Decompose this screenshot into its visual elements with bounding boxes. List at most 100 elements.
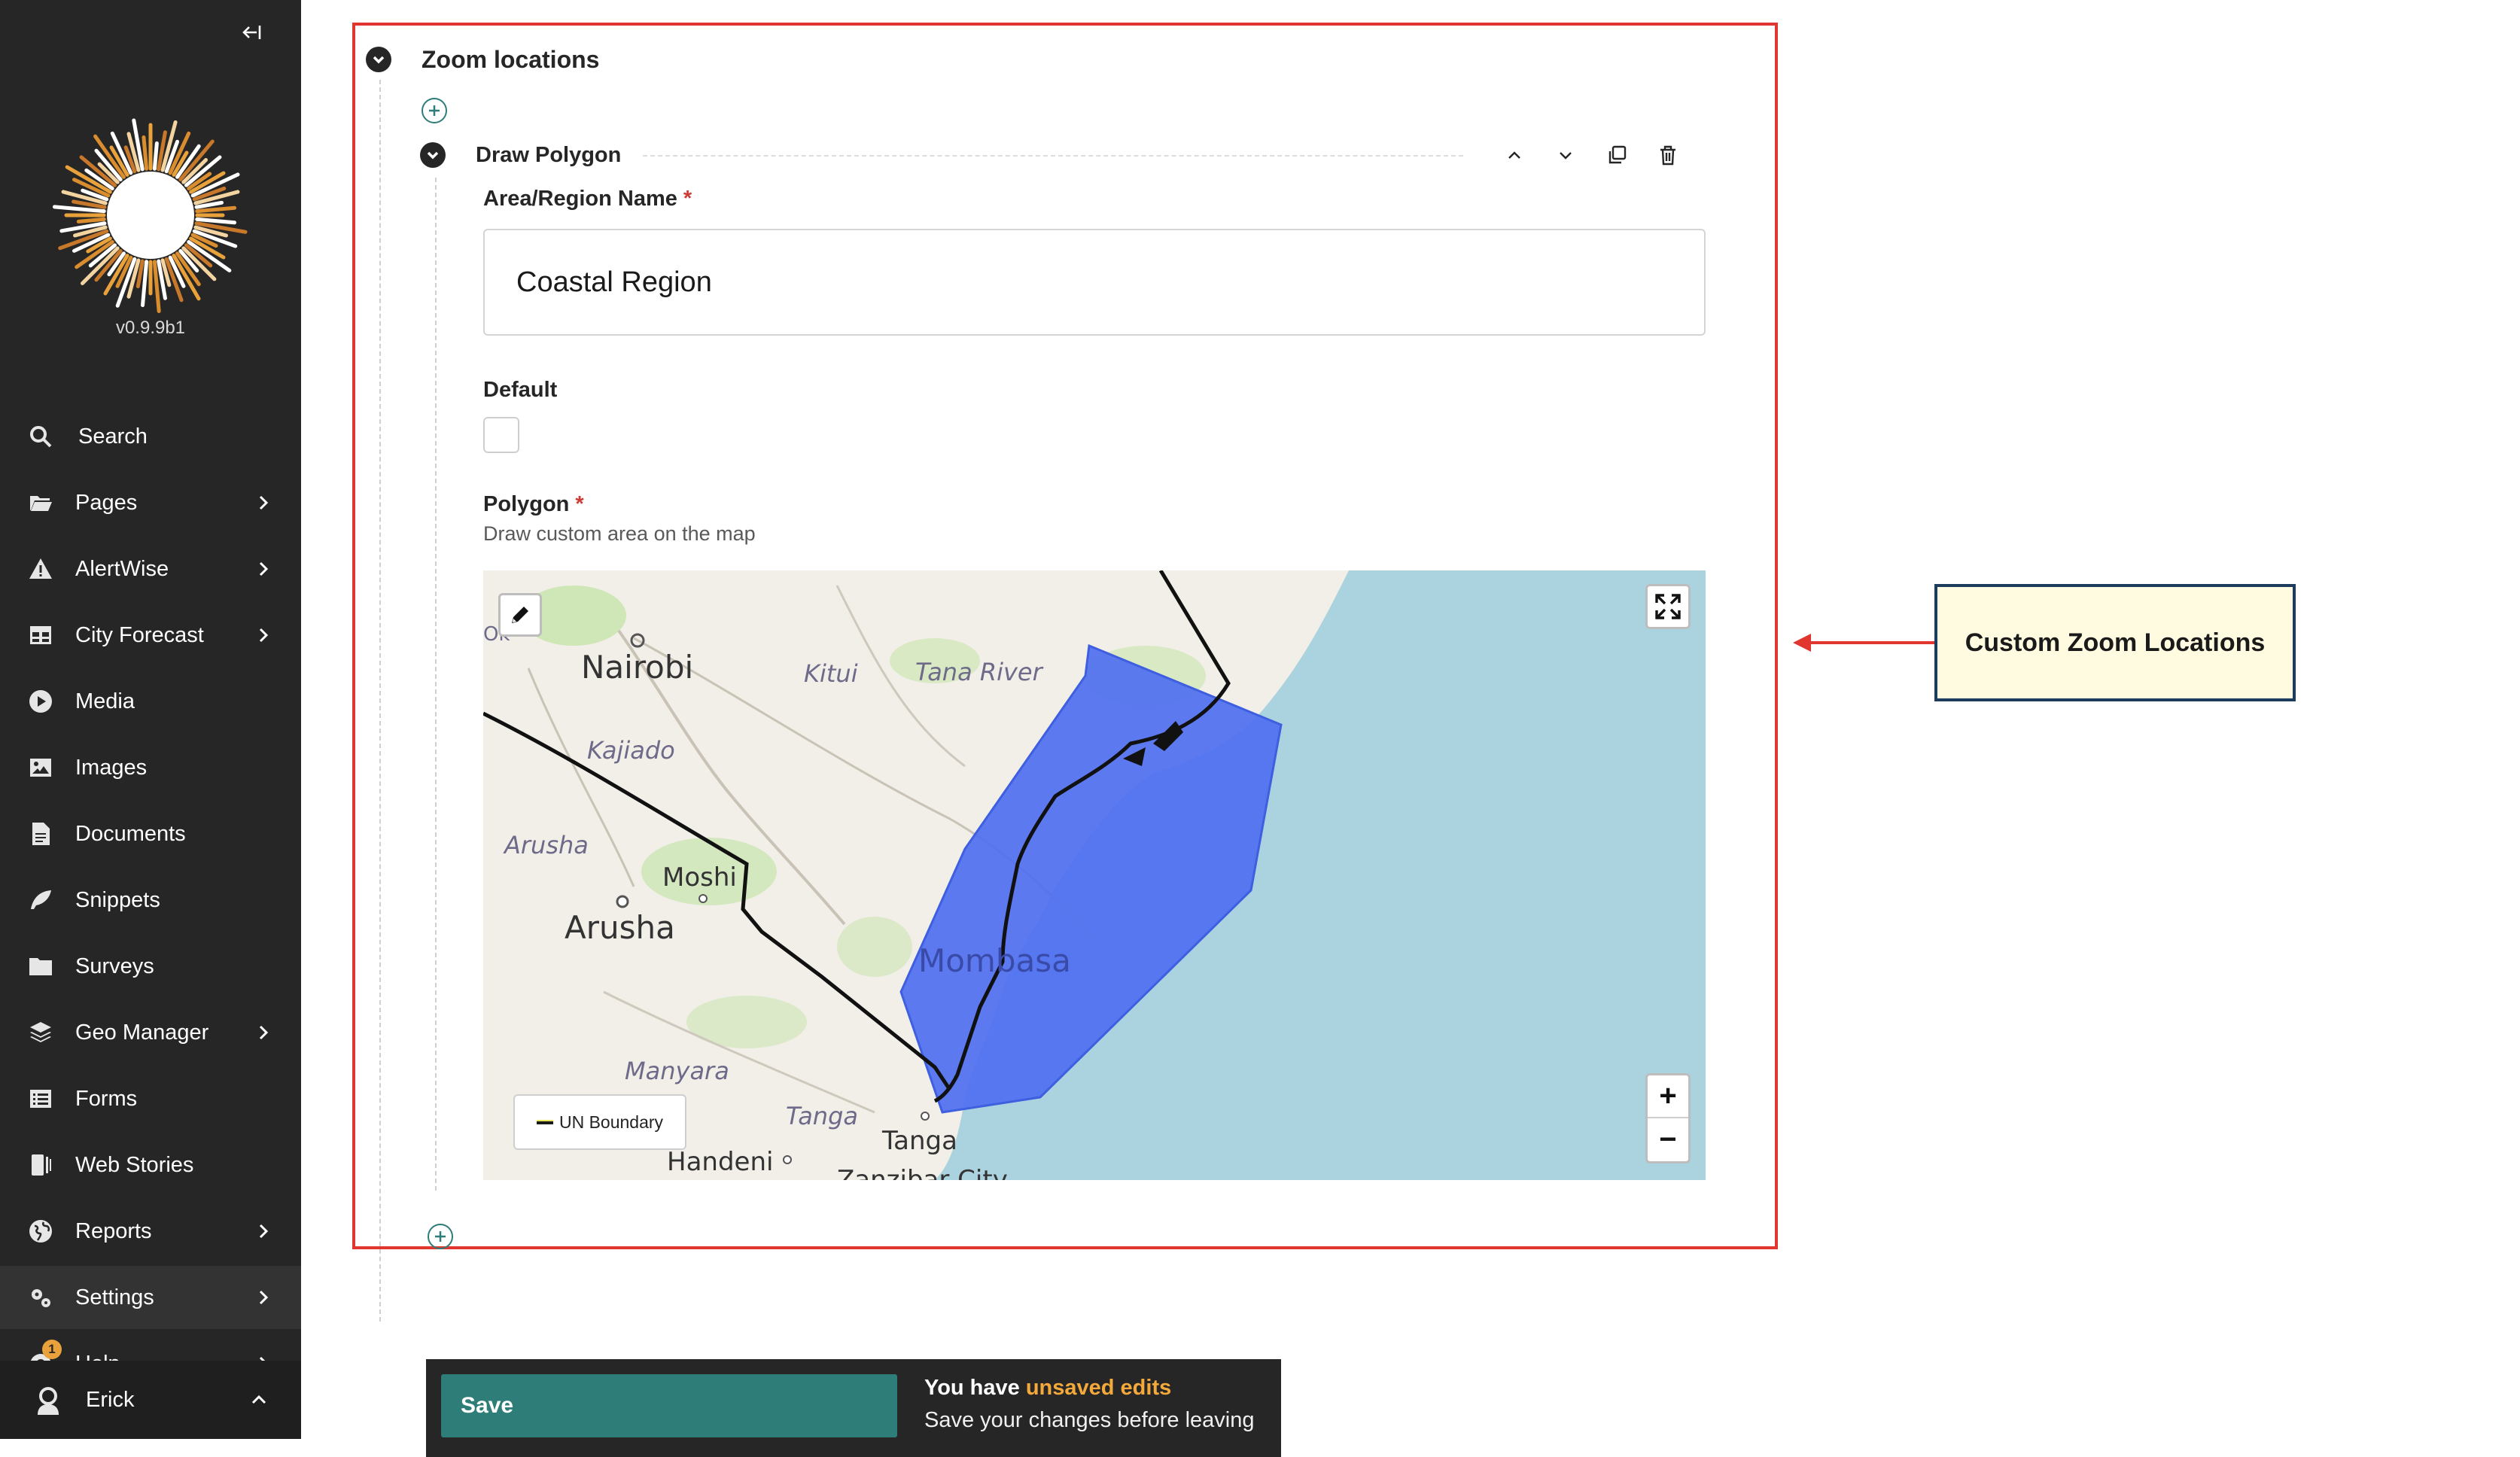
map-label-kitui: Kitui [804,659,858,688]
map-label-tanga-region: Tanga [786,1102,858,1130]
default-label: Default [483,378,558,402]
map-label-kajiado: Kajiado [587,736,675,765]
sidebar-item-label: Reports [75,1218,152,1243]
map-label-handeni: Handeni [667,1147,774,1177]
account-name: Erick [86,1387,135,1412]
chevron-down-icon[interactable] [420,142,446,168]
fullscreen-button[interactable] [1645,584,1691,629]
zoom-out-button[interactable]: − [1648,1118,1688,1161]
unsaved-prefix: You have [924,1376,1026,1400]
unsaved-notice: You have unsaved edits Save your changes… [924,1376,1255,1433]
map-label-manyara: Manyara [625,1057,729,1085]
chevron-right-icon [254,1024,272,1042]
area-name-label: Area/Region Name * [483,187,692,211]
sidebar-item-label: Surveys [75,954,154,978]
sidebar-item-pages[interactable]: Pages [0,471,301,534]
polygon-label: Polygon * [483,492,584,517]
divider [643,155,1463,157]
city-marker [921,1112,930,1121]
block-title: Draw Polygon [476,142,622,167]
logo [48,113,253,318]
section-header[interactable]: Zoom locations [366,42,599,77]
chevron-right-icon [254,560,272,578]
sidebar-item-label: Forms [75,1086,138,1111]
chevron-right-icon [254,626,272,644]
account-menu[interactable]: Erick [0,1361,301,1439]
sidebar-item-label: Geo Manager [75,1020,209,1045]
sidebar-item-surveys[interactable]: Surveys [0,935,301,998]
duplicate-icon[interactable] [1602,140,1632,170]
cogs-icon [27,1284,54,1311]
map-legend: UN Boundary [513,1094,686,1150]
folder-open-icon [27,489,54,516]
sidebar-item-alertwise[interactable]: AlertWise [0,537,301,601]
plus-icon [435,1231,446,1242]
draw-polygon-button[interactable] [498,593,542,637]
sidebar-item-forms[interactable]: Forms [0,1067,301,1130]
map-label-nairobi: Nairobi [581,649,694,686]
sidebar-item-documents[interactable]: Documents [0,802,301,865]
callout-arrow [1793,634,1937,652]
park-area [837,917,912,977]
polygon-map[interactable]: Nairobi Kitui Tana River Kajiado Arusha … [483,570,1706,1180]
chevron-right-icon [254,494,272,512]
sidebar-item-media[interactable]: Media [0,670,301,733]
unsaved-line-2: Save your changes before leaving [924,1408,1255,1432]
sidebar-item-city-forecast[interactable]: City Forecast [0,604,301,667]
save-button[interactable]: Save [441,1374,897,1437]
add-block-bottom-button[interactable] [428,1224,453,1249]
legend-label: UN Boundary [558,1112,664,1132]
sidebar-item-settings[interactable]: Settings [0,1266,301,1329]
map-label-arusha: Arusha [565,909,675,946]
chevron-up-icon [250,1391,268,1409]
logo-ray [142,135,149,171]
map-label-zanzibar: Zanzibar City [837,1165,1008,1180]
chevron-down-icon[interactable] [366,47,391,72]
sidebar-item-label: Documents [75,821,186,846]
map-label-tanga: Tanga [882,1126,957,1156]
sidebar-item-snippets[interactable]: Snippets [0,868,301,932]
area-name-input[interactable]: Coastal Region [483,229,1706,336]
sidebar-item-images[interactable]: Images [0,736,301,799]
required-mark: * [683,187,692,211]
block-actions [1499,140,1704,170]
zoom-in-button[interactable]: + [1648,1075,1688,1118]
sidebar-item-reports[interactable]: Reports [0,1200,301,1263]
move-down-icon[interactable] [1551,140,1581,170]
map-label-tana-river: Tana River [915,658,1042,686]
zoom-control: + − [1645,1073,1691,1163]
plus-icon [429,105,440,116]
unsaved-line-1: You have unsaved edits [924,1376,1255,1401]
snippet-icon [27,887,54,914]
city-marker [783,1155,792,1164]
sidebar-item-web-stories[interactable]: Web Stories [0,1133,301,1197]
map-label-arusha-region: Arusha [504,831,589,859]
city-marker [698,894,708,903]
add-block-top-button[interactable] [422,98,447,123]
astronaut-avatar-icon [33,1385,63,1415]
logo-center [107,172,194,259]
map-label-mombasa: Mombasa [918,942,1071,979]
legend-swatch [536,1120,553,1124]
logo-ray [76,217,106,224]
search-icon [27,423,54,450]
play-icon [27,688,54,715]
sidebar-item-geo-manager[interactable]: Geo Manager [0,1001,301,1064]
chevron-right-icon [254,1288,272,1306]
map-label-moshi: Moshi [662,862,737,893]
sidebar-item-label: Settings [75,1285,154,1309]
default-checkbox[interactable] [483,417,519,453]
sidebar-item-label: AlertWise [75,556,169,581]
required-mark: * [575,492,584,516]
collapse-left-icon[interactable] [238,21,265,48]
polygon-help-text: Draw custom area on the map [483,522,756,545]
area-name-label-text: Area/Region Name [483,187,677,211]
version-label: v0.9.9b1 [115,318,186,338]
sidebar-item-label: Search [78,424,148,449]
delete-icon[interactable] [1653,140,1683,170]
logo-ray [195,205,237,214]
sidebar-item-search[interactable]: Search [0,405,301,468]
sidebar-item-label: City Forecast [75,622,204,647]
move-up-icon[interactable] [1499,140,1529,170]
city-marker [616,895,629,908]
